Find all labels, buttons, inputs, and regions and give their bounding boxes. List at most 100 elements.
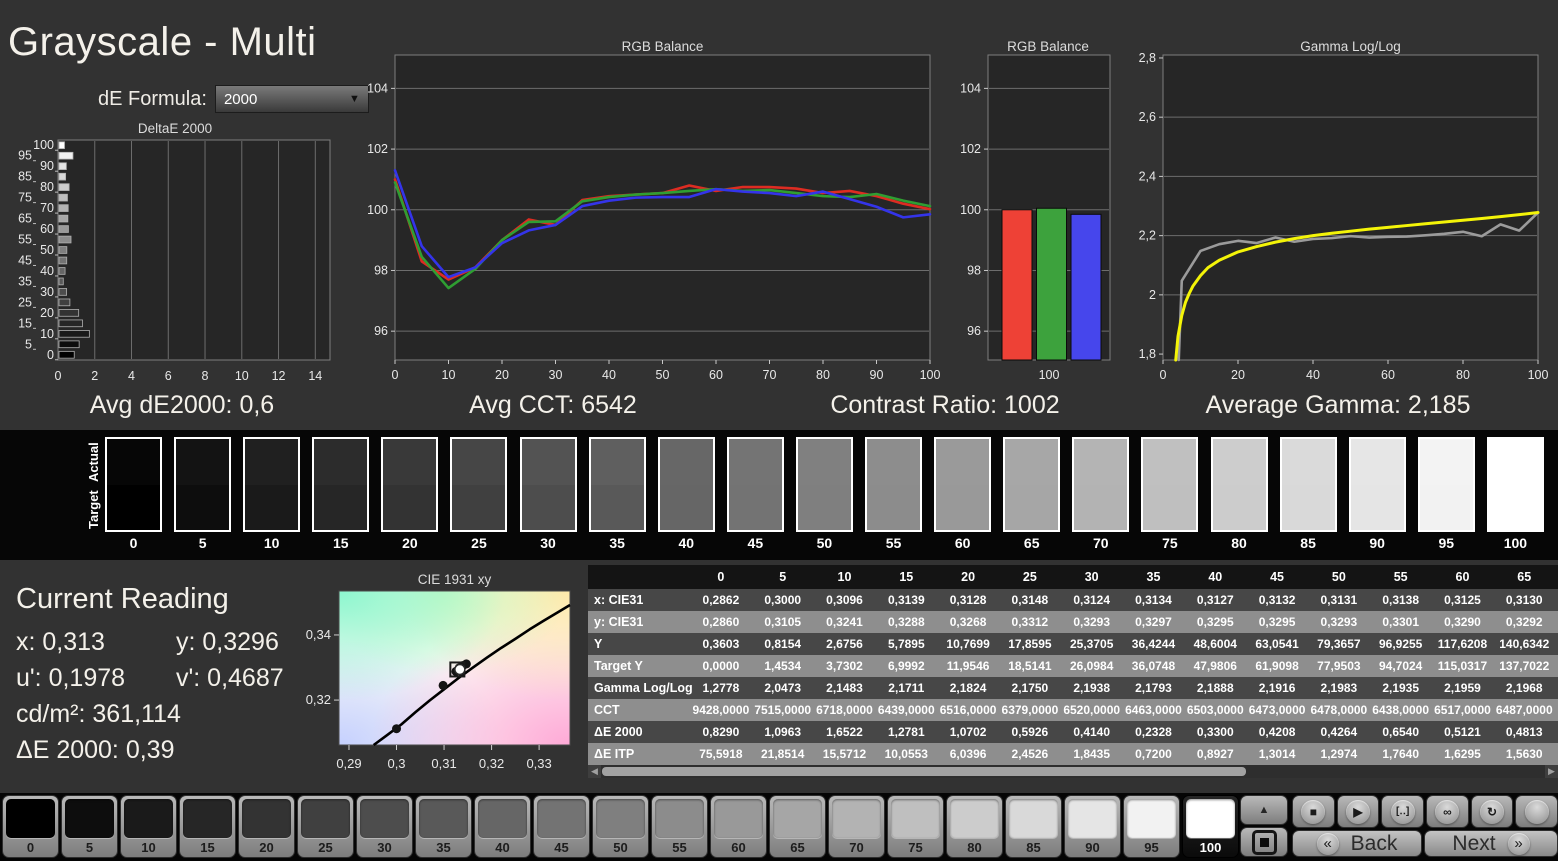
patch-label: 50 bbox=[613, 840, 628, 855]
table-header-row: 0 5 10 15 20 25 30 35 40 45 50 55 60 65 bbox=[588, 565, 1558, 589]
patch-button-25[interactable]: 25 bbox=[297, 795, 354, 858]
patch-button-45[interactable]: 45 bbox=[533, 795, 590, 858]
continuous-measure-button[interactable]: ∞ bbox=[1426, 795, 1469, 828]
grayscale-swatch bbox=[657, 437, 715, 532]
table-cell: 0,3148 bbox=[1011, 593, 1049, 607]
svg-text:2: 2 bbox=[1149, 288, 1156, 302]
grayscale-strip-cell: 50 bbox=[795, 437, 853, 551]
strip-level-label: 55 bbox=[885, 535, 902, 551]
deltae-chart-title: DeltaE 2000 bbox=[137, 121, 213, 136]
patch-button-60[interactable]: 60 bbox=[710, 795, 767, 858]
single-measure-button[interactable]: [‥] bbox=[1381, 795, 1425, 828]
table-cell: 0,3125 bbox=[1444, 593, 1481, 607]
table-cell: 63,0541 bbox=[1255, 637, 1299, 651]
grayscale-swatch bbox=[865, 437, 923, 532]
patch-button-75[interactable]: 75 bbox=[887, 795, 944, 858]
patch-button-10[interactable]: 10 bbox=[120, 795, 177, 858]
table-cell: 0,3096 bbox=[826, 593, 863, 607]
svg-text:35: 35 bbox=[18, 274, 32, 288]
patch-button-30[interactable]: 30 bbox=[356, 795, 413, 858]
grayscale-strip-cells: 0 5 10 15 20 25 30 35 40 45 50 55 60 65 70 75 80 85 90 95 10… bbox=[105, 437, 1544, 551]
stop-button[interactable]: ■ bbox=[1292, 795, 1335, 828]
patch-button-5[interactable]: 5 bbox=[61, 795, 118, 858]
strip-level-label: 30 bbox=[540, 535, 556, 551]
svg-text:80: 80 bbox=[40, 180, 54, 194]
svg-text:102: 102 bbox=[367, 142, 388, 156]
patch-label: 65 bbox=[790, 840, 805, 855]
patch-label: 5 bbox=[85, 840, 94, 855]
table-cell: 2,4526 bbox=[1011, 747, 1049, 761]
refresh-button[interactable]: ↻ bbox=[1470, 795, 1514, 828]
table-cell: 6516,0000 bbox=[939, 703, 997, 717]
patch-button-90[interactable]: 90 bbox=[1064, 795, 1121, 858]
scrollbar-right-arrow-icon[interactable]: ▶ bbox=[1545, 765, 1558, 778]
table-cell: 0,3138 bbox=[1382, 593, 1420, 607]
table-row-label: Target Y bbox=[594, 659, 643, 673]
patch-button-20[interactable]: 20 bbox=[238, 795, 295, 858]
svg-text:65: 65 bbox=[18, 212, 32, 226]
patch-button-0[interactable]: 0 bbox=[2, 795, 59, 858]
scrollbar-thumb[interactable] bbox=[602, 767, 1246, 776]
svg-text:25: 25 bbox=[18, 295, 32, 309]
patch-button-40[interactable]: 40 bbox=[474, 795, 531, 858]
table-cell: 0,3105 bbox=[764, 615, 802, 629]
table-cell: 0,2860 bbox=[702, 615, 740, 629]
blank-button[interactable] bbox=[1515, 795, 1558, 828]
strip-level-label: 95 bbox=[1438, 535, 1455, 551]
svg-text:100: 100 bbox=[960, 203, 981, 217]
table-cell: 2,6756 bbox=[826, 637, 863, 651]
patch-button-35[interactable]: 35 bbox=[415, 795, 472, 858]
table-scrollbar[interactable]: ◀ ▶ bbox=[588, 765, 1558, 778]
patch-button-95[interactable]: 95 bbox=[1123, 795, 1180, 858]
svg-text:30: 30 bbox=[40, 285, 54, 299]
patch-button-50[interactable]: 50 bbox=[592, 795, 649, 858]
grayscale-strip-cell: 25 bbox=[450, 437, 508, 551]
strip-level-label: 35 bbox=[609, 535, 625, 551]
table-row-label: ΔE 2000 bbox=[594, 725, 643, 739]
grayscale-swatch bbox=[174, 437, 232, 532]
table-col-header: 5 bbox=[779, 570, 787, 584]
table-cell: 0,3603 bbox=[702, 637, 740, 651]
svg-text:40: 40 bbox=[1306, 368, 1320, 382]
grayscale-swatch bbox=[1348, 437, 1406, 532]
patch-swatch bbox=[360, 799, 409, 838]
stop-patch-button[interactable] bbox=[1240, 827, 1288, 857]
patch-button-15[interactable]: 15 bbox=[179, 795, 236, 858]
table-cell: 6,9992 bbox=[887, 659, 925, 673]
patch-swatch bbox=[65, 799, 114, 838]
table-cell: 0,4813 bbox=[1505, 725, 1543, 739]
table-cell: 1,6295 bbox=[1444, 747, 1481, 761]
patch-button-80[interactable]: 80 bbox=[946, 795, 1003, 858]
svg-text:1,8: 1,8 bbox=[1139, 347, 1156, 361]
table-cell: 117,6208 bbox=[1437, 637, 1488, 651]
table-cell: 15,5712 bbox=[822, 747, 867, 761]
table-cell: 2,1938 bbox=[1073, 681, 1111, 695]
cie-chart-title: CIE 1931 xy bbox=[417, 572, 492, 587]
table-cell: 0,3288 bbox=[887, 615, 925, 629]
table-cell: 10,7699 bbox=[946, 637, 990, 651]
patch-button-70[interactable]: 70 bbox=[828, 795, 885, 858]
grayscale-swatch bbox=[588, 437, 646, 532]
play-button[interactable]: ▶ bbox=[1336, 795, 1380, 828]
patch-button-65[interactable]: 65 bbox=[769, 795, 826, 858]
scrollbar-left-arrow-icon[interactable]: ◀ bbox=[588, 765, 601, 778]
patch-button-55[interactable]: 55 bbox=[651, 795, 708, 858]
next-button[interactable]: Next » bbox=[1424, 830, 1558, 857]
grayscale-swatch bbox=[312, 437, 370, 532]
table-cell: 94,7024 bbox=[1378, 659, 1423, 673]
scroll-up-button[interactable]: ▲ bbox=[1240, 795, 1288, 825]
patch-button-100[interactable]: 100 bbox=[1182, 795, 1239, 858]
de-formula-dropdown[interactable]: 2000 ▼ bbox=[214, 85, 369, 113]
grayscale-swatch bbox=[1279, 437, 1337, 532]
table-cell: 2,1793 bbox=[1135, 681, 1172, 695]
patch-label: 0 bbox=[26, 840, 35, 855]
back-button[interactable]: « Back bbox=[1292, 830, 1422, 857]
table-cell: 0,4140 bbox=[1073, 725, 1111, 739]
table-cell: 0,8154 bbox=[764, 637, 802, 651]
table-cell: 0,3290 bbox=[1444, 615, 1481, 629]
grayscale-swatch bbox=[795, 437, 853, 532]
patch-button-85[interactable]: 85 bbox=[1005, 795, 1062, 858]
svg-text:0,29: 0,29 bbox=[336, 756, 361, 771]
rgb-line-chart-title: RGB Balance bbox=[621, 39, 704, 54]
table-cell: 18,5141 bbox=[1008, 659, 1052, 673]
